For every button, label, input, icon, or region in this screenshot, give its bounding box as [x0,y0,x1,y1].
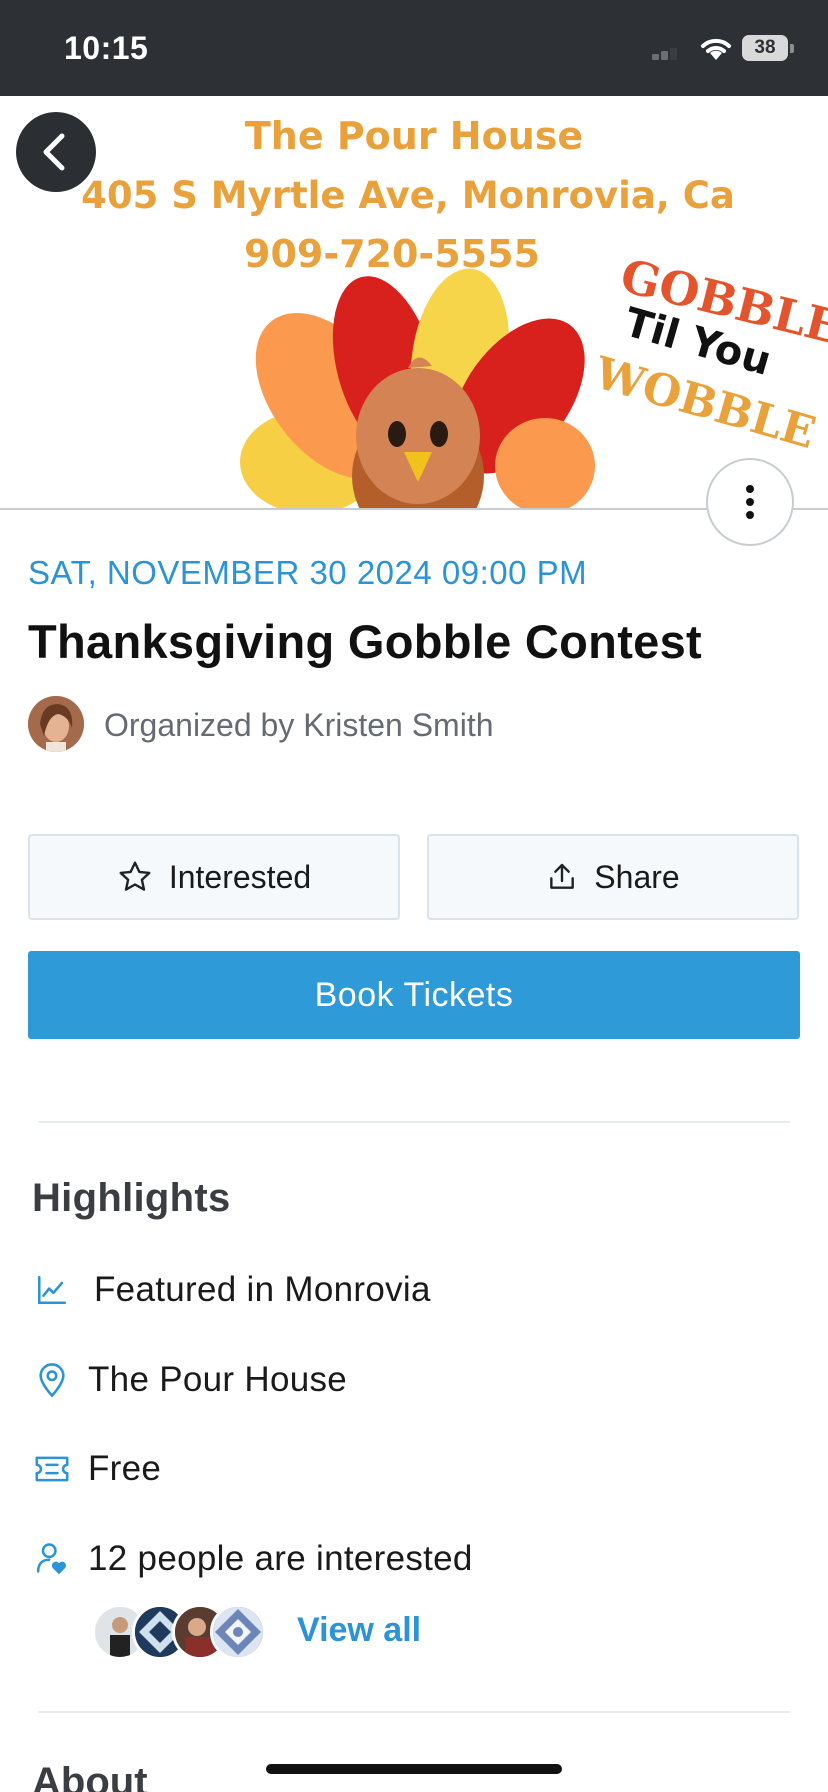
wifi-icon [701,38,731,60]
highlight-price-text: Free [88,1449,162,1488]
highlight-interested-text: 12 people are interested [88,1539,473,1578]
book-tickets-button[interactable]: Book Tickets [28,951,800,1039]
highlight-interested: 12 people are interested [30,1535,473,1583]
ticket-icon [30,1447,74,1491]
event-title: Thanksgiving Gobble Contest [28,615,702,668]
event-cover-image: GOBBLE Til You WOBBLE The Pour House 405… [0,96,828,510]
battery-icon: 38 [742,35,788,61]
location-pin-icon [30,1358,74,1402]
about-title: About [32,1760,148,1792]
trending-chart-icon [30,1268,74,1312]
share-button[interactable]: Share [427,834,799,920]
home-indicator[interactable] [266,1764,562,1774]
organizer-name[interactable]: Organized by Kristen Smith [104,707,494,744]
organizer-avatar[interactable] [28,696,84,752]
back-button[interactable] [16,112,96,192]
highlight-price: Free [30,1445,161,1493]
share-label: Share [594,858,680,895]
hero-address: 405 S Myrtle Ave, Monrovia, Ca [81,174,735,217]
section-divider [38,1711,790,1713]
turkey-illustration: GOBBLE Til You WOBBLE [240,248,828,508]
chevron-left-icon [43,133,65,171]
section-divider [38,1121,790,1123]
more-options-button[interactable] [706,458,794,546]
cellular-signal-icon [652,46,686,60]
more-vertical-icon [746,485,754,519]
highlight-featured: Featured in Monrovia [30,1266,431,1314]
hero-venue-name: The Pour House [244,114,584,158]
highlight-venue-text: The Pour House [88,1360,348,1399]
interested-label: Interested [168,858,312,895]
event-date: SAT, NOVEMBER 30 2024 09:00 PM [28,554,588,591]
attendee-avatars[interactable] [92,1604,272,1660]
star-icon [119,861,151,891]
hero-phone: 909-720-5555 [244,232,540,276]
highlight-featured-text: Featured in Monrovia [94,1270,431,1309]
person-heart-icon [30,1537,74,1581]
attendee-avatar [210,1604,266,1660]
share-icon [550,863,575,889]
battery-tip [790,44,794,53]
view-all-link[interactable]: View all [297,1611,421,1650]
status-time: 10:15 [64,30,149,66]
highlight-venue[interactable]: The Pour House [30,1356,347,1404]
organizer-photo [28,696,84,752]
highlights-title: Highlights [32,1176,231,1220]
interested-button[interactable]: Interested [28,834,400,920]
status-bar: 10:15 38 [0,0,828,96]
